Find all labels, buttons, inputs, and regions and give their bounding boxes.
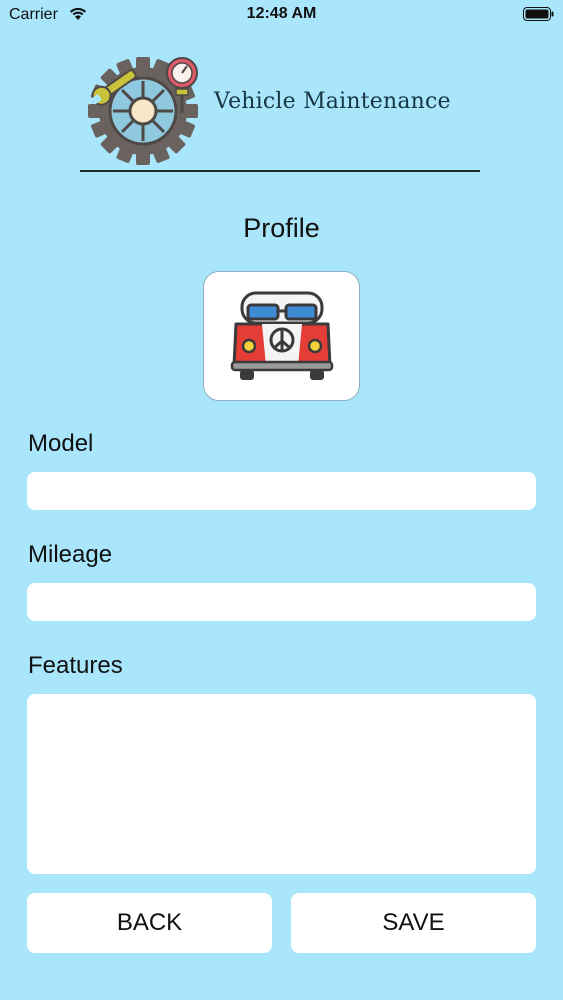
back-button[interactable]: BACK <box>27 893 272 953</box>
features-textarea[interactable] <box>27 694 536 874</box>
status-bar: Carrier 12:48 AM <box>0 0 563 30</box>
app-title: Vehicle Maintenance <box>214 89 451 114</box>
battery-icon <box>523 7 554 21</box>
page-title: Profile <box>243 213 320 243</box>
gear-wrench-gauge-icon <box>86 55 198 167</box>
vehicle-image-button[interactable] <box>203 271 360 401</box>
features-label: Features <box>28 652 123 679</box>
mileage-input[interactable] <box>27 583 536 621</box>
mileage-label: Mileage <box>28 541 113 568</box>
clock-time: 12:48 AM <box>246 5 317 22</box>
app-header: Vehicle Maintenance <box>80 55 480 173</box>
save-button[interactable]: SAVE <box>291 893 536 953</box>
van-icon <box>230 291 334 380</box>
model-input[interactable] <box>27 472 536 510</box>
model-label: Model <box>28 430 94 457</box>
header-divider <box>80 170 480 172</box>
